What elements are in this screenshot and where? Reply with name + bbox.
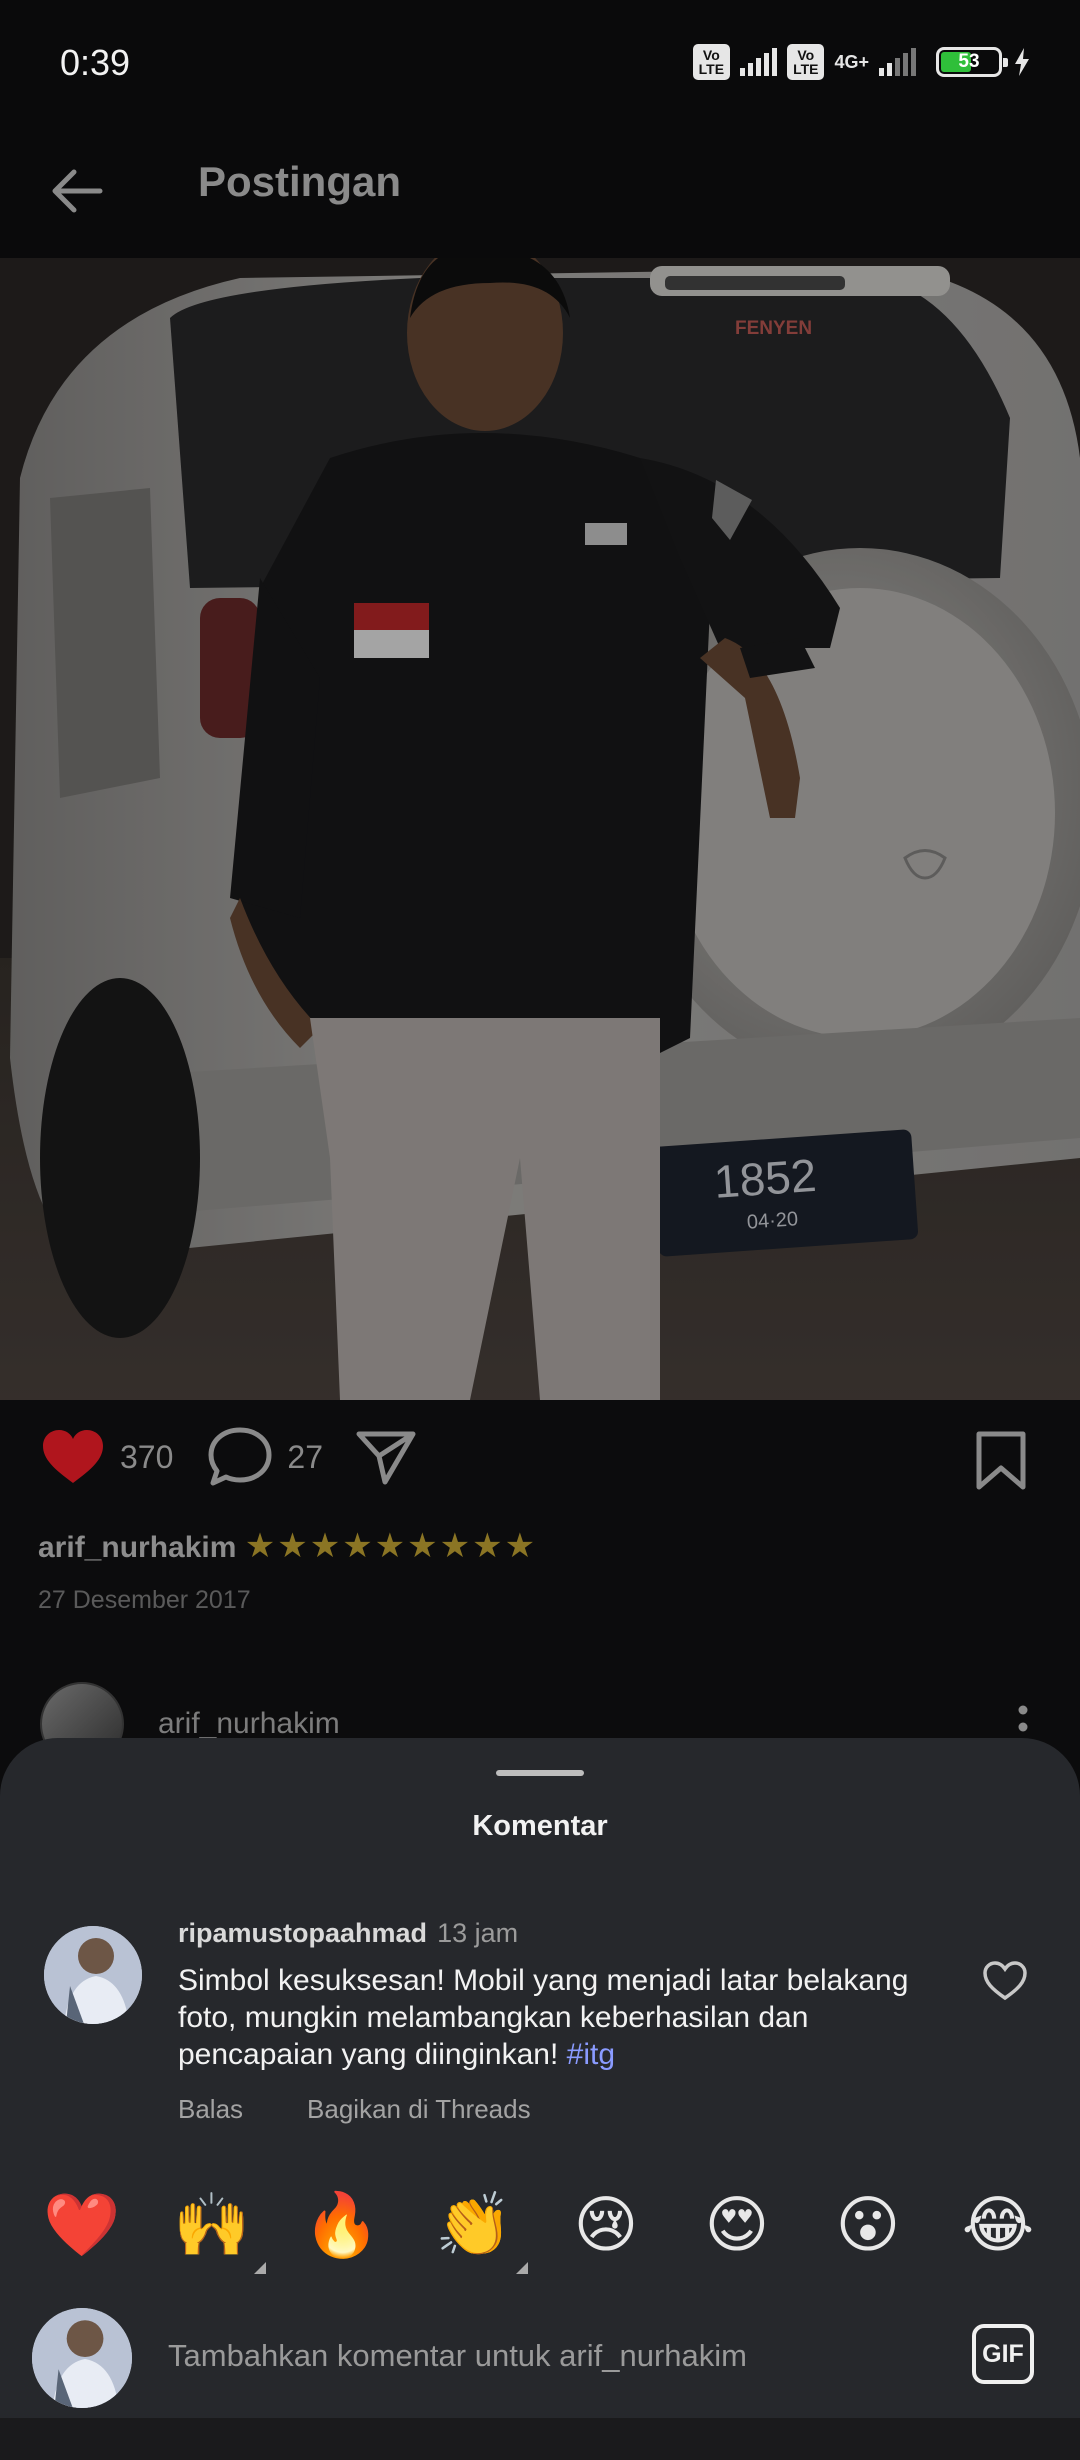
skin-tone-indicator-icon-2 xyxy=(516,2262,528,2274)
caption-stars: ★★★★★★★★★ xyxy=(244,1527,538,1565)
battery-level: 53 xyxy=(958,51,980,72)
emoji-crying[interactable]: 😢 xyxy=(566,2186,646,2266)
drag-handle[interactable] xyxy=(496,1770,584,1776)
comment-body: Simbol kesuksesan! Mobil yang menjadi la… xyxy=(178,1964,909,2071)
app-header: Postingan xyxy=(0,128,1080,258)
network-type: 4G+ xyxy=(834,52,869,72)
arrow-left-icon[interactable] xyxy=(42,156,112,226)
bookmark-icon[interactable] xyxy=(974,1430,1028,1492)
comment-username[interactable]: ripamustopaahmad xyxy=(178,1918,427,1948)
battery-icon: 53 xyxy=(936,47,1008,77)
sheet-title: Komentar xyxy=(472,1810,608,1842)
caption-username[interactable]: arif_nurhakim xyxy=(38,1531,236,1564)
avatar-image xyxy=(44,1926,142,2024)
post-caption: arif_nurhakim ★★★★★★★★★ xyxy=(38,1526,537,1566)
share-threads-button[interactable]: Bagikan di Threads xyxy=(307,2094,531,2125)
comment-count[interactable]: 27 xyxy=(287,1439,323,1476)
signal-icon-2 xyxy=(879,48,916,76)
comment-icon[interactable] xyxy=(207,1426,273,1488)
quick-emoji-bar: ❤️ 🙌 🔥 👏 😢 😍 😮 😂 xyxy=(0,2186,1080,2276)
reply-button[interactable]: Balas xyxy=(178,2094,243,2125)
emoji-clap-glyph: 👏 xyxy=(435,2191,513,2260)
post-details: 370 27 arif_nurhakim ★★★★★★★★★ 27 Desemb… xyxy=(0,1400,1080,1766)
emoji-raised-hands-glyph: 🙌 xyxy=(173,2191,251,2260)
author-username[interactable]: arif_nurhakim xyxy=(158,1707,340,1741)
emoji-raised-hands[interactable]: 🙌 xyxy=(172,2186,266,2274)
like-comment-icon[interactable] xyxy=(982,1960,1028,2002)
post-actions: 370 27 xyxy=(40,1426,419,1488)
comment-hashtag[interactable]: #itg xyxy=(567,2038,615,2071)
post-photo[interactable]: FENYEN 1852 04·20 xyxy=(0,258,1080,1400)
charging-icon xyxy=(1015,48,1029,76)
emoji-heart-eyes[interactable]: 😍 xyxy=(697,2186,777,2266)
system-nav-bar xyxy=(0,2418,1080,2460)
comment-time: 13 jam xyxy=(437,1918,519,1948)
page-title: Postingan xyxy=(198,158,402,205)
emoji-fire[interactable]: 🔥 xyxy=(302,2186,382,2266)
commenter-avatar[interactable] xyxy=(44,1926,142,2024)
volte-icon: Vo LTE xyxy=(692,44,731,80)
comment-header: ripamustopaahmad 13 jam xyxy=(178,1918,518,1949)
status-icons: Vo LTE Vo LTE 4G+ 53 xyxy=(692,44,1032,80)
comment-text: Simbol kesuksesan! Mobil yang menjadi la… xyxy=(178,1962,938,2073)
comments-sheet: Komentar ripamustopaahmad 13 jam Simbol k… xyxy=(0,1738,1080,2460)
status-time: 0:39 xyxy=(60,42,131,83)
current-user-avatar xyxy=(32,2308,132,2408)
post-date: 27 Desember 2017 xyxy=(38,1586,251,1614)
volte-icon-2: Vo LTE xyxy=(787,44,825,80)
emoji-heart[interactable]: ❤️ xyxy=(42,2186,122,2266)
comment-input-row: GIF xyxy=(0,2284,1080,2434)
skin-tone-indicator-icon xyxy=(254,2262,266,2274)
avatar-image-2 xyxy=(32,2308,132,2408)
share-icon[interactable] xyxy=(353,1426,419,1488)
comment-input[interactable] xyxy=(168,2326,928,2386)
signal-icon xyxy=(740,48,778,76)
emoji-laughing[interactable]: 😂 xyxy=(958,2186,1038,2266)
emoji-surprised[interactable]: 😮 xyxy=(828,2186,908,2266)
heart-icon[interactable] xyxy=(40,1427,106,1487)
emoji-clap[interactable]: 👏 xyxy=(434,2186,528,2274)
like-count[interactable]: 370 xyxy=(120,1439,173,1476)
comment-actions: Balas Bagikan di Threads xyxy=(178,2094,531,2125)
gif-button[interactable]: GIF xyxy=(972,2324,1034,2384)
comment-item: ripamustopaahmad 13 jam Simbol kesuksesan… xyxy=(0,1918,1080,2124)
post-image: FENYEN 1852 04·20 xyxy=(0,258,1080,1400)
status-bar: 0:39 Vo LTE Vo LTE 4G+ 53 xyxy=(0,0,1080,128)
